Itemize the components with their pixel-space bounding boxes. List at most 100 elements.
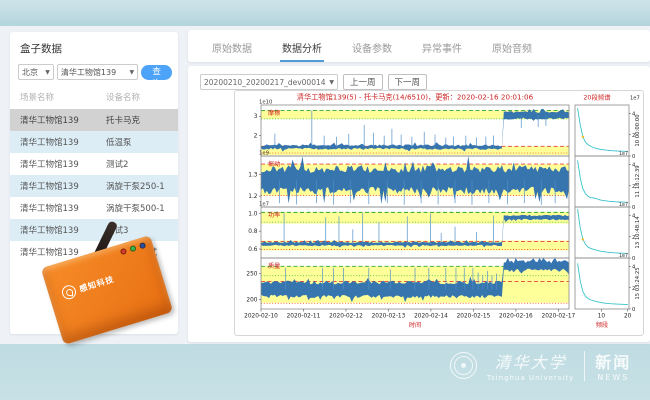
scene-cell: 清华工物馆139	[20, 202, 106, 214]
device-led-indicators	[120, 242, 147, 255]
scene-column-header: 场景名称	[20, 91, 106, 103]
device-cell: 涡旋干泵250-1	[106, 180, 165, 192]
svg-text:1e7: 1e7	[630, 96, 640, 102]
device-list-header: 场景名称 设备名称	[10, 88, 178, 109]
svg-text:振动: 振动	[268, 160, 280, 168]
svg-text:10 00:00:00: 10 00:00:00	[635, 114, 641, 147]
news-wordmark: 新闻 NEWS	[595, 349, 631, 382]
chevron-down-icon: ▼	[130, 69, 135, 76]
next-week-button[interactable]: 下一周	[388, 74, 428, 90]
led-icon	[120, 248, 127, 255]
svg-text:2020-02-10: 2020-02-10	[244, 314, 278, 320]
svg-text:功率: 功率	[268, 211, 280, 219]
svg-text:20段频谱: 20段频谱	[583, 93, 611, 102]
content-panel: 20200210_20200217_dev00014 ▼ 上一周 下一周 清华工…	[188, 66, 650, 342]
top-banner	[0, 0, 650, 26]
svg-text:0: 0	[632, 205, 635, 211]
news-cn-text: 新闻	[595, 349, 631, 373]
svg-text:2020-02-12: 2020-02-12	[329, 314, 363, 320]
svg-text:2020-02-16: 2020-02-16	[499, 314, 533, 320]
svg-text:时间: 时间	[409, 321, 421, 329]
tsinghua-en-text: Tsinghua University	[487, 374, 574, 382]
tsinghua-wordmark: 清华大学 Tsinghua University	[487, 349, 574, 382]
svg-text:1e9: 1e9	[259, 151, 269, 157]
chart-controls: 20200210_20200217_dev00014 ▼ 上一周 下一周	[200, 74, 427, 90]
tab-data-analysis[interactable]: 数据分析	[280, 34, 324, 62]
svg-text:1e7: 1e7	[619, 253, 628, 259]
svg-text:1.2: 1.2	[248, 194, 258, 200]
tab-raw-audio[interactable]: 原始音频	[490, 34, 534, 62]
chevron-down-icon: ▼	[45, 69, 50, 76]
led-icon	[129, 245, 136, 252]
svg-text:15 03:24:25: 15 03:24:25	[635, 267, 641, 299]
data-file-select-value: 20200210_20200217_dev00014	[204, 78, 326, 87]
tabs-bar: 原始数据数据分析设备参数异常事件原始音频	[188, 30, 650, 62]
scene-cell: 清华工物馆139	[20, 136, 106, 148]
venue-select-value: 清华工物馆139	[61, 67, 116, 78]
svg-text:摩擦: 摩擦	[268, 109, 280, 117]
scene-cell: 清华工物馆139	[20, 180, 106, 192]
svg-text:2020-02-11: 2020-02-11	[287, 314, 321, 320]
query-button[interactable]: 查询	[141, 65, 172, 80]
scene-cell: 清华工物馆139	[20, 114, 106, 126]
region-select[interactable]: 北京 ▼	[18, 64, 54, 80]
tsinghua-cn-text: 清华大学	[495, 349, 567, 373]
prev-week-button[interactable]: 上一周	[343, 74, 383, 90]
sensor-device-photo: 感知科技	[42, 234, 184, 338]
device-list-item-1[interactable]: 清华工物馆139低温泵	[10, 131, 178, 153]
device-cell: 低温泵	[106, 136, 132, 148]
svg-text:2: 2	[254, 134, 258, 140]
svg-text:1.3: 1.3	[248, 172, 258, 178]
device-cell: 涡旋干泵500-1	[106, 202, 165, 214]
scene-cell: 清华工物馆139	[20, 158, 106, 170]
venue-select[interactable]: 清华工物馆139 ▼	[57, 64, 138, 80]
analysis-chart: 清华工物馆139(5) - 托卡马克(14/6510)，更新：2020-02-1…	[235, 91, 643, 335]
svg-text:1e7: 1e7	[619, 151, 628, 157]
device-list-item-0[interactable]: 清华工物馆139托卡马克	[10, 109, 178, 131]
device-cell: 托卡马克	[106, 114, 140, 126]
device-list-item-3[interactable]: 清华工物馆139涡旋干泵250-1	[10, 175, 178, 197]
analysis-figure: 清华工物馆139(5) - 托卡马克(14/6510)，更新：2020-02-1…	[234, 90, 644, 336]
watermark-divider	[584, 351, 585, 381]
svg-text:频段: 频段	[596, 321, 608, 329]
device-cell: 测试2	[106, 158, 128, 170]
svg-text:0: 0	[632, 307, 635, 313]
led-icon	[139, 242, 146, 249]
svg-text:质量: 质量	[268, 262, 280, 270]
svg-text:200: 200	[246, 298, 257, 304]
svg-text:0: 0	[632, 154, 635, 160]
chevron-down-icon: ▼	[329, 79, 334, 86]
svg-text:清华工物馆139(5) - 托卡马克(14/6510)，更新: 清华工物馆139(5) - 托卡马克(14/6510)，更新：2020-02-1…	[297, 93, 534, 102]
svg-text:13 10:48:14: 13 10:48:14	[635, 216, 641, 249]
svg-text:2020-02-17: 2020-02-17	[542, 314, 576, 320]
region-select-value: 北京	[22, 67, 38, 78]
svg-text:10: 10	[598, 314, 606, 320]
svg-text:11 18:12:39: 11 18:12:39	[635, 165, 641, 197]
device-column-header: 设备名称	[106, 91, 140, 103]
tab-device-params[interactable]: 设备参数	[350, 34, 394, 62]
news-en-text: NEWS	[597, 373, 629, 382]
data-file-select[interactable]: 20200210_20200217_dev00014 ▼	[200, 74, 338, 90]
watermark: 清华大学 Tsinghua University 新闻 NEWS	[450, 349, 631, 382]
svg-text:3: 3	[254, 114, 258, 120]
svg-text:250: 250	[246, 272, 257, 278]
svg-text:0.8: 0.8	[248, 229, 258, 235]
sidebar-controls: 北京 ▼ 清华工物馆139 ▼ 查询	[10, 64, 178, 88]
device-list-item-4[interactable]: 清华工物馆139涡旋干泵500-1	[10, 197, 178, 219]
svg-text:0.6: 0.6	[248, 247, 258, 253]
device-logo-row: 感知科技	[60, 272, 116, 301]
svg-text:0: 0	[632, 256, 635, 262]
svg-text:20: 20	[624, 314, 632, 320]
sidebar-title: 盒子数据	[10, 41, 178, 64]
app-window: 盒子数据 北京 ▼ 清华工物馆139 ▼ 查询 场景名称 设备名称 清华工物馆1…	[0, 0, 650, 400]
device-list-item-2[interactable]: 清华工物馆139测试2	[10, 153, 178, 175]
svg-text:1.0: 1.0	[248, 211, 258, 217]
tab-raw-data[interactable]: 原始数据	[210, 34, 254, 62]
tab-abnormal-events[interactable]: 异常事件	[420, 34, 464, 62]
svg-text:2020-02-14: 2020-02-14	[414, 314, 448, 320]
device-body: 感知科技	[41, 235, 173, 345]
svg-text:1e7: 1e7	[259, 202, 269, 208]
device-logo-text: 感知科技	[78, 273, 116, 294]
svg-text:1e10: 1e10	[259, 100, 273, 106]
svg-text:2020-02-13: 2020-02-13	[372, 314, 406, 320]
